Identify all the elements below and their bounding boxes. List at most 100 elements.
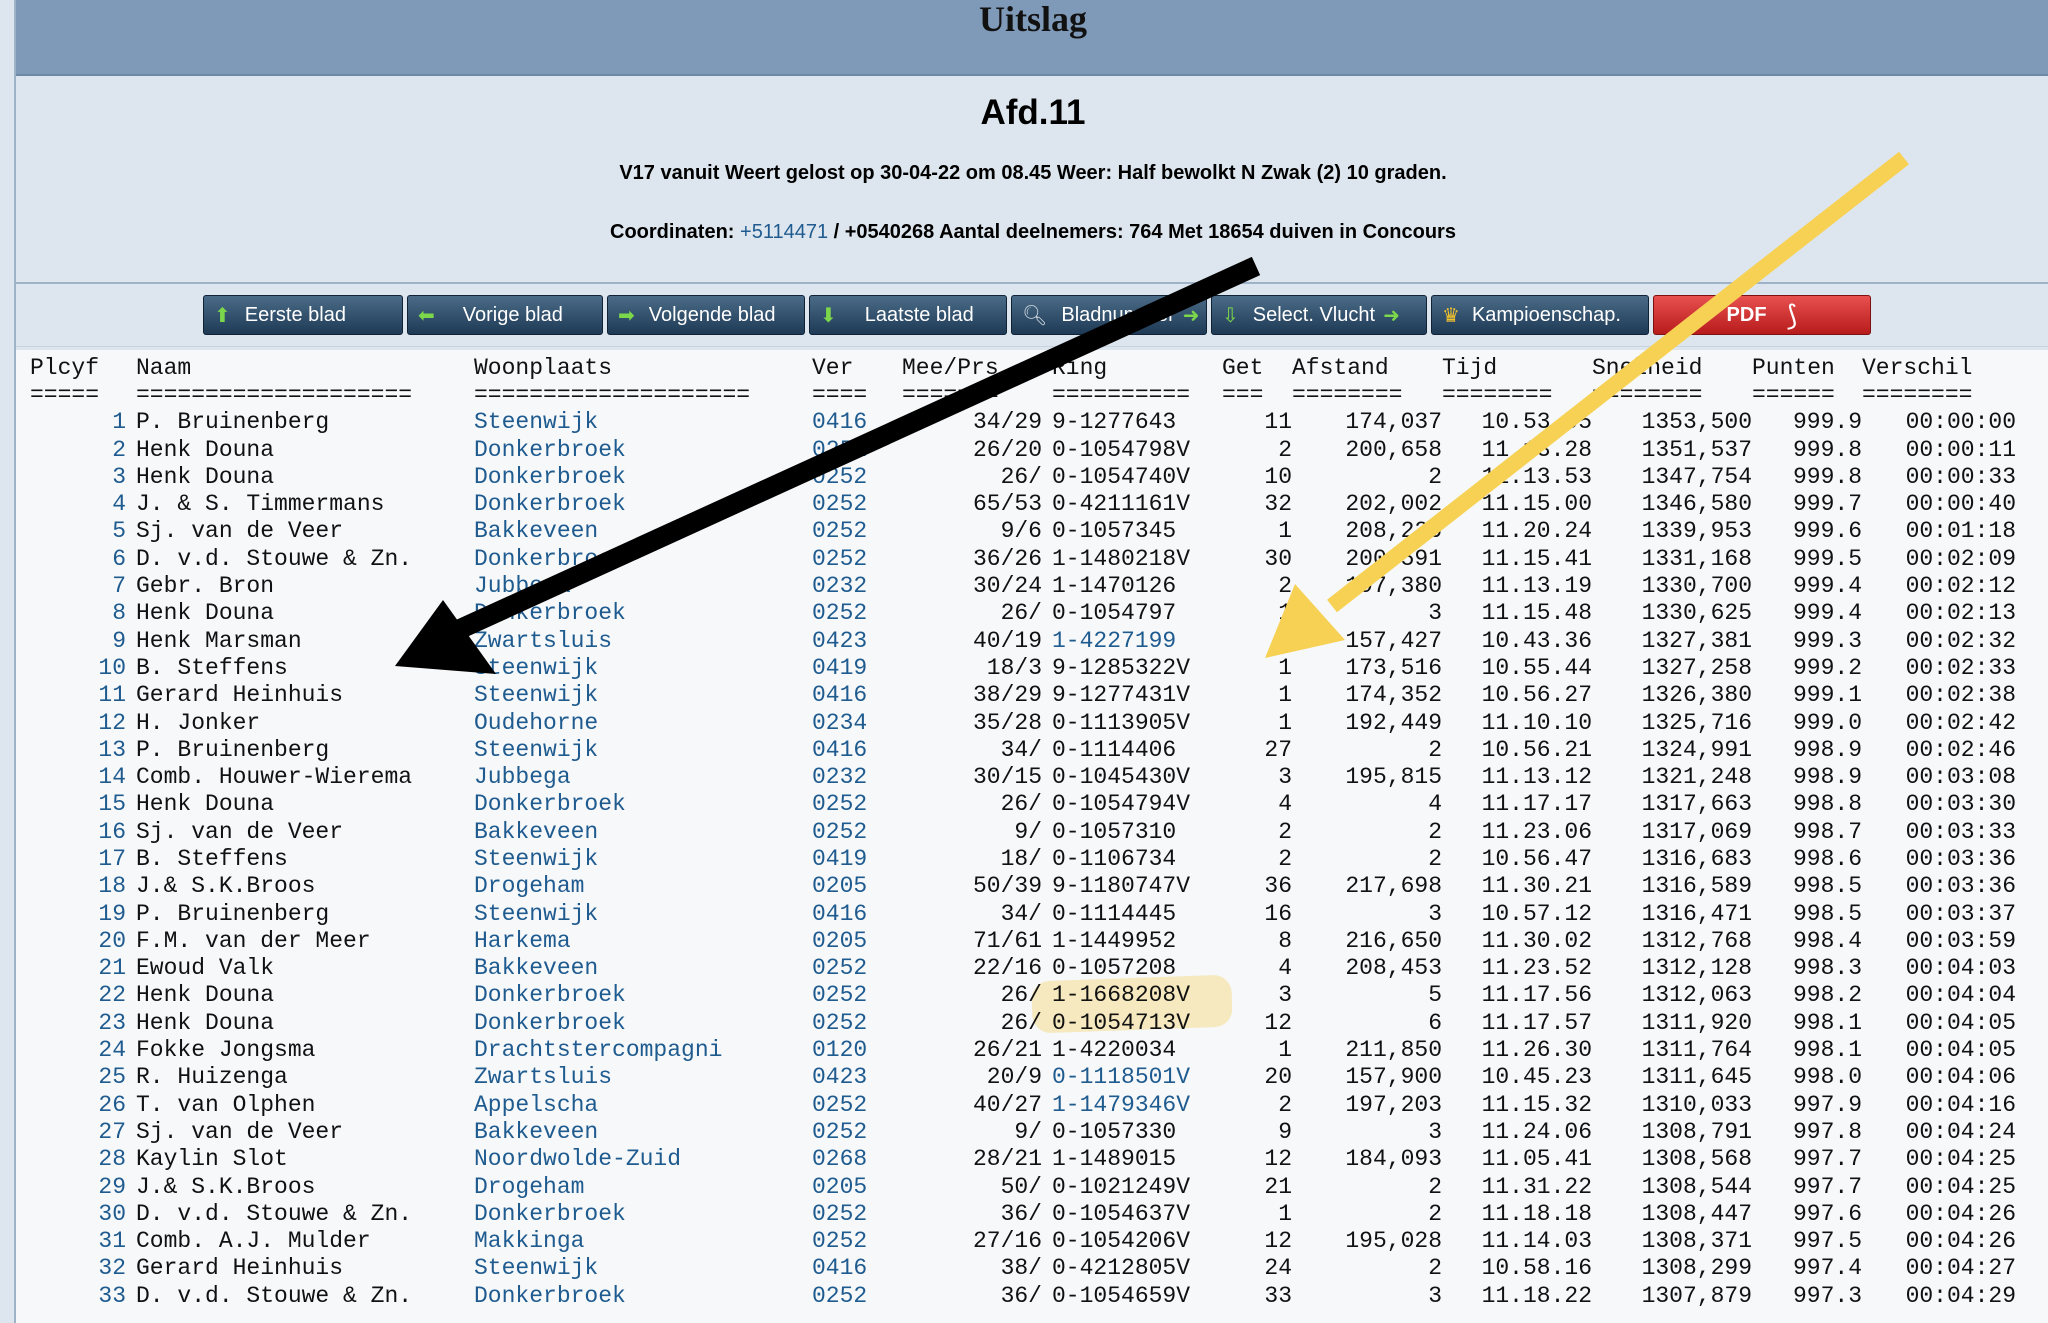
cell-ver[interactable]: 0252 [812, 436, 902, 463]
cell-city[interactable]: Donkerbroek [474, 982, 812, 1009]
cell-place[interactable]: 17 [30, 845, 126, 872]
cell-place[interactable]: 21 [30, 955, 126, 982]
cell-place[interactable]: 1 [30, 409, 126, 436]
cell-city[interactable]: Donkerbroek [474, 436, 812, 463]
championship-button[interactable]: ♛ Kampioenschap. [1431, 295, 1649, 335]
cell-city[interactable]: Steenwijk [474, 682, 812, 709]
cell-ver[interactable]: 0205 [812, 1173, 902, 1200]
cell-city[interactable]: Jubbega [474, 763, 812, 790]
next-page-button[interactable]: ➡ Volgende blad [607, 295, 805, 335]
cell-city[interactable]: Donkerbroek [474, 1009, 812, 1036]
cell-place[interactable]: 14 [30, 763, 126, 790]
cell-ver[interactable]: 0232 [812, 572, 902, 599]
cell-city[interactable]: Bakkeveen [474, 518, 812, 545]
cell-place[interactable]: 30 [30, 1200, 126, 1227]
last-page-button[interactable]: ⬇ Laatste blad [809, 295, 1007, 335]
cell-city[interactable]: Steenwijk [474, 409, 812, 436]
cell-ver[interactable]: 0252 [812, 545, 902, 572]
cell-ver[interactable]: 0252 [812, 490, 902, 517]
cell-ver[interactable]: 0234 [812, 709, 902, 736]
cell-ver[interactable]: 0205 [812, 873, 902, 900]
cell-place[interactable]: 20 [30, 927, 126, 954]
cell-place[interactable]: 4 [30, 490, 126, 517]
cell-place[interactable]: 2 [30, 436, 126, 463]
cell-ver[interactable]: 0416 [812, 736, 902, 763]
cell-city[interactable]: Donkerbroek [474, 791, 812, 818]
cell-place[interactable]: 10 [30, 654, 126, 681]
cell-ver[interactable]: 0252 [812, 1200, 902, 1227]
cell-city[interactable]: Appelscha [474, 1091, 812, 1118]
cell-city[interactable]: Steenwijk [474, 845, 812, 872]
cell-ver[interactable]: 0120 [812, 1036, 902, 1063]
page-number-button[interactable]: 🔍︎ Bladnummer ➜ [1011, 295, 1207, 335]
cell-ver[interactable]: 0232 [812, 763, 902, 790]
cell-city[interactable]: Zwartsluis [474, 627, 812, 654]
cell-city[interactable]: Donkerbroek [474, 463, 812, 490]
cell-place[interactable]: 32 [30, 1255, 126, 1282]
cell-ver[interactable]: 0419 [812, 654, 902, 681]
cell-ver[interactable]: 0268 [812, 1146, 902, 1173]
cell-place[interactable]: 3 [30, 463, 126, 490]
cell-ver[interactable]: 0252 [812, 818, 902, 845]
cell-ver[interactable]: 0252 [812, 982, 902, 1009]
cell-city[interactable]: Oudehorne [474, 709, 812, 736]
cell-ver[interactable]: 0416 [812, 682, 902, 709]
cell-place[interactable]: 33 [30, 1282, 126, 1309]
cell-place[interactable]: 5 [30, 518, 126, 545]
cell-ver[interactable]: 0252 [812, 463, 902, 490]
cell-city[interactable]: Zwartsluis [474, 1064, 812, 1091]
cell-city[interactable]: Drogeham [474, 873, 812, 900]
cell-place[interactable]: 29 [30, 1173, 126, 1200]
cell-city[interactable]: Steenwijk [474, 900, 812, 927]
cell-ver[interactable]: 0252 [812, 1009, 902, 1036]
pdf-button[interactable]: PDF ⟆ [1653, 295, 1871, 335]
cell-ver[interactable]: 0252 [812, 1118, 902, 1145]
cell-ver[interactable]: 0252 [812, 1228, 902, 1255]
cell-ver[interactable]: 0205 [812, 927, 902, 954]
cell-city[interactable]: Steenwijk [474, 1255, 812, 1282]
cell-ver[interactable]: 0423 [812, 1064, 902, 1091]
cell-place[interactable]: 9 [30, 627, 126, 654]
cell-city[interactable]: Steenwijk [474, 654, 812, 681]
coordinates-link[interactable]: +5114471 [740, 221, 828, 243]
cell-place[interactable]: 23 [30, 1009, 126, 1036]
cell-place[interactable]: 11 [30, 682, 126, 709]
first-page-button[interactable]: ⬆ Eerste blad [203, 295, 403, 335]
cell-city[interactable]: Donkerbroek [474, 490, 812, 517]
select-flight-button[interactable]: ⇩ Select. Vlucht ➜ [1211, 295, 1427, 335]
cell-city[interactable]: Drachtstercompagni [474, 1036, 812, 1063]
previous-page-button[interactable]: ⬅ Vorige blad [407, 295, 603, 335]
cell-place[interactable]: 15 [30, 791, 126, 818]
cell-city[interactable]: Donkerbroek [474, 1200, 812, 1227]
cell-place[interactable]: 8 [30, 600, 126, 627]
cell-ver[interactable]: 0423 [812, 627, 902, 654]
cell-city[interactable]: Donkerbroek [474, 1282, 812, 1309]
cell-place[interactable]: 13 [30, 736, 126, 763]
cell-place[interactable]: 25 [30, 1064, 126, 1091]
cell-ver[interactable]: 0416 [812, 409, 902, 436]
cell-city[interactable]: Jubbega [474, 572, 812, 599]
cell-ver[interactable]: 0252 [812, 1282, 902, 1309]
cell-city[interactable]: Donkerbroek [474, 600, 812, 627]
cell-place[interactable]: 16 [30, 818, 126, 845]
cell-city[interactable]: Donkerbroek [474, 545, 812, 572]
cell-ver[interactable]: 0252 [812, 955, 902, 982]
cell-ver[interactable]: 0252 [812, 791, 902, 818]
cell-city[interactable]: Steenwijk [474, 736, 812, 763]
cell-city[interactable]: Makkinga [474, 1228, 812, 1255]
cell-place[interactable]: 28 [30, 1146, 126, 1173]
cell-place[interactable]: 24 [30, 1036, 126, 1063]
cell-ver[interactable]: 0419 [812, 845, 902, 872]
cell-city[interactable]: Bakkeveen [474, 1118, 812, 1145]
cell-ver[interactable]: 0252 [812, 518, 902, 545]
cell-ver[interactable]: 0416 [812, 900, 902, 927]
cell-city[interactable]: Drogeham [474, 1173, 812, 1200]
cell-place[interactable]: 6 [30, 545, 126, 572]
cell-place[interactable]: 7 [30, 572, 126, 599]
cell-place[interactable]: 31 [30, 1228, 126, 1255]
cell-ver[interactable]: 0252 [812, 600, 902, 627]
cell-ver[interactable]: 0252 [812, 1091, 902, 1118]
cell-place[interactable]: 12 [30, 709, 126, 736]
cell-place[interactable]: 26 [30, 1091, 126, 1118]
cell-city[interactable]: Noordwolde-Zuid [474, 1146, 812, 1173]
